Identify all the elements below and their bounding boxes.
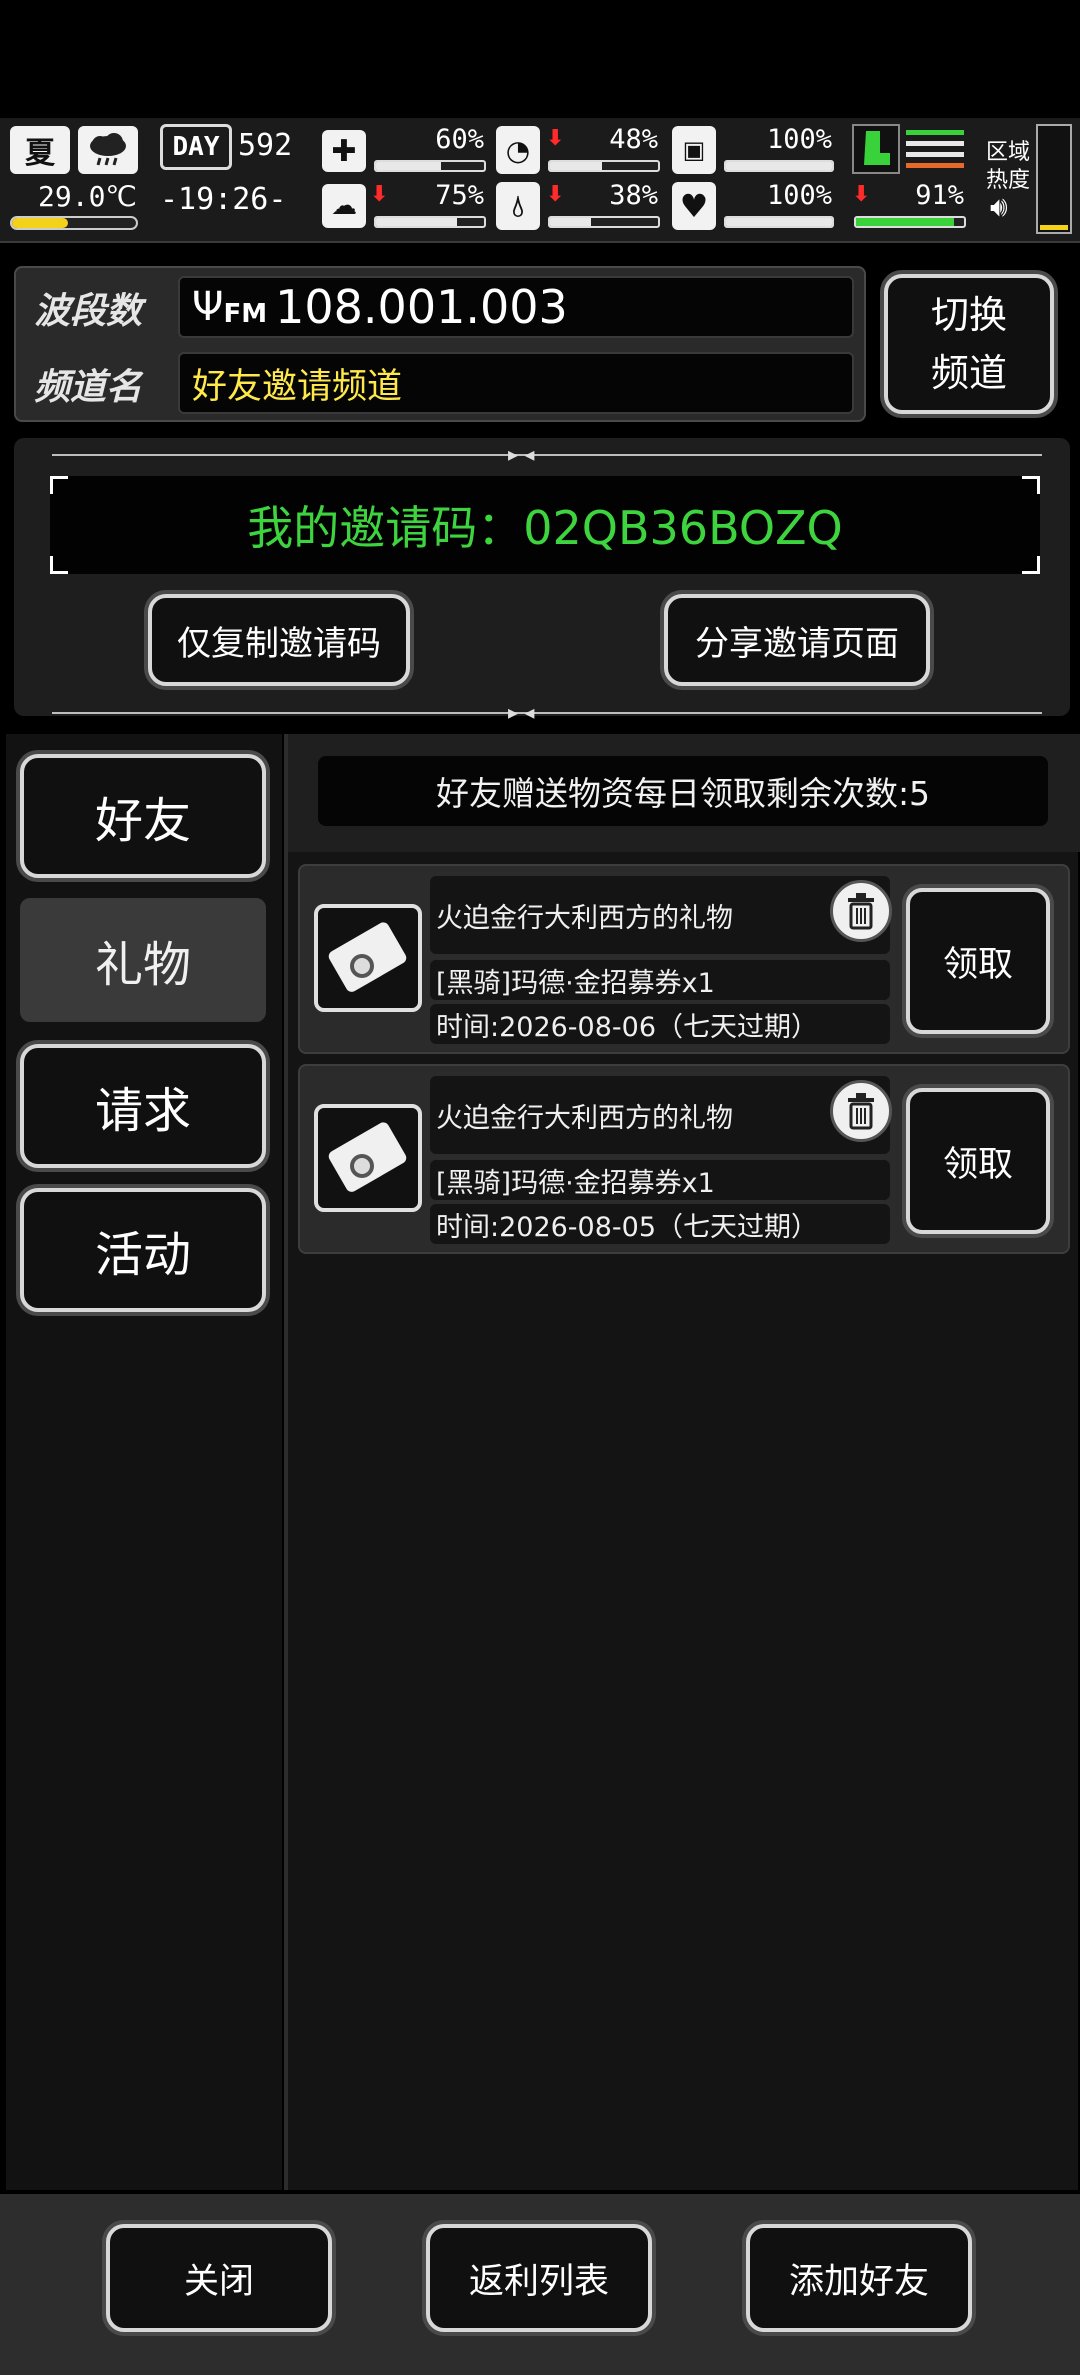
gift-panel-header: 好友赠送物资每日领取剩余次数:5	[288, 734, 1080, 852]
gift-title: 火迫金行大利西方的礼物	[430, 876, 890, 954]
copy-invite-code-button[interactable]: 仅复制邀请码	[148, 594, 410, 686]
add-friend-button[interactable]: 添加好友	[746, 2224, 972, 2332]
temperature-readout: 29.0℃	[38, 180, 137, 213]
gift-card: 火迫金行大利西方的礼物 [黑骑]玛德·金招募券x1 时间:2026-08-05（…	[298, 1064, 1070, 1254]
divider-arrows-icon: ▸ ◂	[508, 442, 535, 466]
claim-button[interactable]: 领取	[906, 888, 1050, 1034]
health-bar	[374, 160, 486, 172]
recruit-ticket-icon	[314, 904, 422, 1012]
tab-friends[interactable]: 好友	[20, 754, 266, 878]
share-invite-page-button[interactable]: 分享邀请页面	[664, 594, 930, 686]
channel-name-label: 频道名	[34, 367, 143, 408]
divider-top	[52, 454, 1042, 456]
close-button[interactable]: 关闭	[106, 2224, 332, 2332]
sidebar: 好友 礼物 请求 活动	[6, 734, 282, 2190]
gift-title: 火迫金行大利西方的礼物	[430, 1076, 890, 1154]
switch-channel-line1: 切换	[930, 293, 1007, 337]
rebate-list-label: 返利列表	[468, 2261, 609, 2302]
stamina-bar-fill	[856, 218, 955, 226]
band-field: Ψ FM 108.001.003	[178, 276, 854, 338]
season-label: 夏	[25, 136, 55, 171]
bottom-bar: 关闭 返利列表 添加好友	[0, 2194, 1080, 2375]
switch-channel-line2: 频道	[930, 351, 1007, 395]
day-number: 592	[238, 128, 293, 163]
heart-icon: ♥	[672, 182, 716, 230]
tab-events-label: 活动	[94, 1227, 191, 1283]
health-percent: 60%	[435, 124, 484, 155]
boot-icon	[852, 124, 900, 174]
mood-bar-fill	[726, 218, 832, 226]
tab-gifts-label: 礼物	[94, 937, 191, 993]
speaker-icon[interactable]: 🔊︎	[990, 190, 1008, 224]
thirst-bar-fill	[550, 218, 592, 226]
invite-area: ▸ ◂ 我的邀请码：02QB36BOZQ 仅复制邀请码 分享邀请页面 ▸ ◂	[14, 438, 1070, 724]
gift-item: [黑骑]玛德·金招募券x1	[430, 1160, 890, 1200]
stamina-percent: 91%	[915, 180, 964, 211]
mental-percent: 75%	[435, 180, 484, 211]
share-invite-page-label: 分享邀请页面	[695, 623, 899, 664]
status-bar: 夏 29.0℃ DAY 592 -19:26- ✚ 60% ◔ ⬇ 48% ▣ …	[0, 118, 1080, 243]
gift-card: 火迫金行大利西方的礼物 [黑骑]玛德·金招募券x1 时间:2026-08-06（…	[298, 864, 1070, 1054]
weather-icon	[78, 126, 138, 174]
trash-icon[interactable]	[830, 1080, 892, 1142]
region-heat-gauge	[1036, 124, 1072, 234]
divider-bottom	[52, 712, 1042, 714]
tab-requests-label: 请求	[94, 1083, 191, 1139]
energy-bar	[724, 160, 834, 172]
channel-name-field: 好友邀请频道	[178, 352, 854, 414]
gift-time: 时间:2026-08-05（七天过期）	[430, 1204, 890, 1244]
energy-percent: 100%	[766, 124, 832, 155]
fm-label: FM	[223, 299, 268, 329]
stamina-stripes	[906, 130, 964, 170]
temperature-gauge	[10, 216, 138, 230]
mood-bar	[724, 216, 834, 228]
stomach-icon: ◔	[496, 126, 540, 174]
copy-invite-code-label: 仅复制邀请码	[177, 623, 381, 664]
health-bar-fill	[376, 162, 441, 170]
tab-friends-label: 好友	[94, 793, 191, 849]
battery-icon: ▣	[672, 126, 716, 174]
water-drop-icon: 💧︎	[496, 182, 540, 230]
channel-panel: 波段数 Ψ FM 108.001.003 频道名 好友邀请频道	[14, 266, 866, 422]
switch-channel-button[interactable]: 切换 频道	[884, 274, 1054, 414]
clock-readout: -19:26-	[160, 182, 287, 217]
invite-code-box: 我的邀请码：02QB36BOZQ	[50, 476, 1040, 574]
divider-arrows-icon-bottom: ▸ ◂	[508, 700, 535, 724]
tab-gifts[interactable]: 礼物	[20, 898, 266, 1022]
energy-bar-fill	[726, 162, 832, 170]
daily-claim-notice: 好友赠送物资每日领取剩余次数:5	[318, 756, 1048, 826]
recruit-ticket-icon	[314, 1104, 422, 1212]
trash-icon[interactable]	[830, 880, 892, 942]
day-badge: DAY	[160, 124, 232, 170]
invite-code-text: 我的邀请码：02QB36BOZQ	[247, 501, 843, 555]
rebate-list-button[interactable]: 返利列表	[426, 2224, 652, 2332]
mental-bar-fill	[376, 218, 457, 226]
band-label: 波段数	[34, 291, 143, 332]
thirst-percent: 38%	[609, 180, 658, 211]
claim-label: 领取	[942, 1144, 1013, 1185]
mood-percent: 100%	[766, 180, 832, 211]
gift-time: 时间:2026-08-06（七天过期）	[430, 1004, 890, 1044]
day-label: DAY	[172, 132, 220, 162]
band-value: 108.001.003	[275, 280, 568, 334]
mental-bar	[374, 216, 486, 228]
channel-name-value: 好友邀请频道	[192, 366, 403, 407]
stamina-bar	[854, 216, 966, 228]
antenna-icon: Ψ	[192, 284, 224, 330]
brain-icon: ☁	[322, 184, 366, 228]
hunger-bar-fill	[550, 162, 602, 170]
hunger-bar	[548, 160, 660, 172]
season-badge: 夏	[10, 126, 70, 174]
claim-button[interactable]: 领取	[906, 1088, 1050, 1234]
tab-requests[interactable]: 请求	[20, 1044, 266, 1168]
gift-panel: 好友赠送物资每日领取剩余次数:5 火迫金行大利西方的礼物 [黑骑]玛德·金招募券…	[284, 734, 1080, 2190]
hunger-percent: 48%	[609, 124, 658, 155]
close-label: 关闭	[183, 2261, 254, 2302]
add-friend-label: 添加好友	[788, 2261, 929, 2302]
medkit-icon: ✚	[322, 130, 366, 172]
tab-events[interactable]: 活动	[20, 1188, 266, 1312]
claim-label: 领取	[942, 944, 1013, 985]
gift-item: [黑骑]玛德·金招募券x1	[430, 960, 890, 1000]
thirst-bar	[548, 216, 660, 228]
